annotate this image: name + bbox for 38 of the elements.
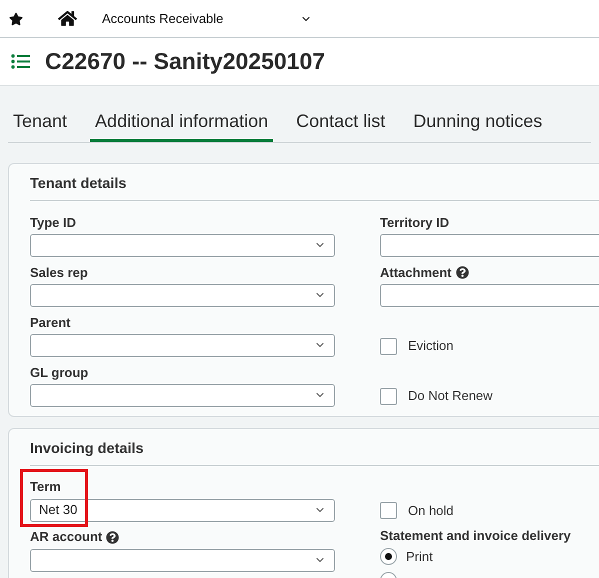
select-field[interactable] (30, 234, 335, 257)
field-label: Sales rep (30, 264, 88, 282)
section-title: Invoicing details (30, 440, 145, 459)
checkbox[interactable] (380, 502, 397, 520)
checkbox[interactable] (380, 388, 397, 404)
field-label: AR account (30, 528, 102, 546)
field-label: GL group (30, 364, 88, 382)
checkbox-label: Eviction (408, 337, 454, 356)
select-field[interactable]: Net 30 (30, 498, 335, 522)
checkbox[interactable] (380, 338, 397, 354)
radio-label: Print (406, 548, 433, 566)
tab[interactable]: Dunning notices (408, 108, 548, 142)
tab[interactable]: Contact list (291, 108, 390, 142)
field-label: Type ID (30, 214, 76, 232)
select-field[interactable] (30, 384, 335, 407)
home-icon[interactable] (58, 9, 77, 28)
select-field[interactable] (30, 548, 335, 572)
field-label: Parent (30, 314, 70, 332)
select-field[interactable] (30, 284, 335, 307)
tab[interactable]: Additional information (90, 108, 274, 142)
field-label: Attachment (380, 264, 452, 282)
field-label: Statement and invoice delivery (380, 527, 571, 546)
help-icon[interactable] (106, 530, 120, 544)
checkbox-label: On hold (408, 502, 454, 520)
tab[interactable]: Tenant (8, 108, 72, 142)
input-field[interactable] (380, 284, 599, 307)
section-title: Tenant details (30, 175, 128, 194)
field-label: Territory ID (380, 214, 450, 232)
field-label: Term (30, 478, 61, 496)
help-icon[interactable] (456, 266, 469, 279)
checkbox-label: Do Not Renew (408, 387, 493, 406)
page-title: C22670 -- Sanity20250107 (45, 47, 326, 76)
radio-button[interactable] (380, 548, 397, 565)
list-icon[interactable] (11, 54, 30, 69)
select-field[interactable] (30, 334, 335, 357)
star-icon[interactable] (9, 12, 23, 26)
input-field[interactable] (380, 234, 599, 257)
module-dropdown[interactable]: Accounts Receivable (102, 8, 312, 28)
